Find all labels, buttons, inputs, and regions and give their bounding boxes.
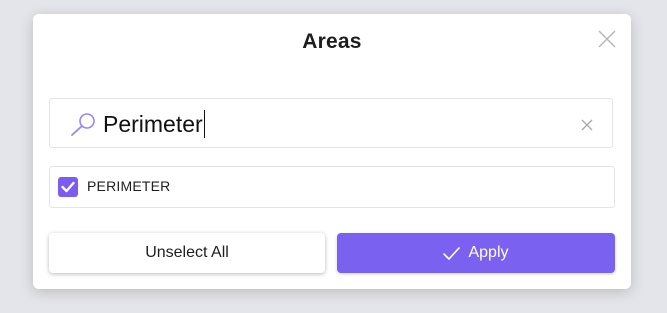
check-icon <box>443 246 461 260</box>
option-label: PERIMETER <box>87 178 171 194</box>
search-input[interactable]: Perimeter <box>103 105 563 143</box>
search-icon <box>71 113 95 136</box>
search-box[interactable]: Perimeter <box>49 98 613 148</box>
close-button[interactable] <box>597 29 617 49</box>
clear-search-button[interactable] <box>580 118 594 132</box>
option-checkbox[interactable] <box>58 177 78 197</box>
option-perimeter[interactable]: PERIMETER <box>49 166 615 208</box>
checkmark-icon <box>61 181 75 193</box>
unselect-all-label: Unselect All <box>145 244 229 261</box>
modal-title: Areas <box>302 30 362 53</box>
areas-modal: Areas Perimeter PERIMETER Unselect All A… <box>33 14 631 289</box>
apply-button[interactable]: Apply <box>337 233 615 273</box>
apply-label: Apply <box>468 244 509 261</box>
clear-icon <box>581 119 593 131</box>
close-icon <box>598 30 616 48</box>
search-input-value: Perimeter <box>103 111 203 137</box>
unselect-all-button[interactable]: Unselect All <box>49 233 325 273</box>
text-caret <box>203 110 205 138</box>
